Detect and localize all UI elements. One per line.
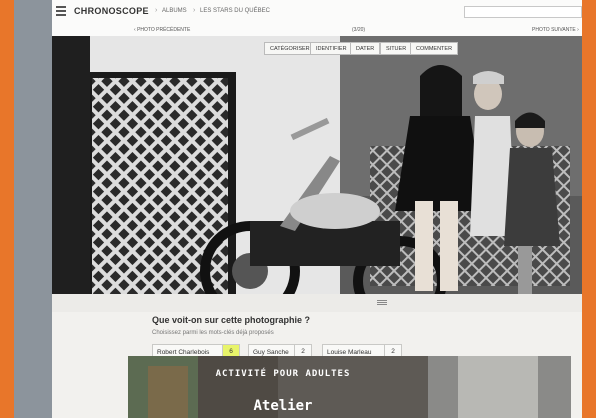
tag-label: Guy Sanche [253, 349, 289, 356]
categorize-button[interactable]: CATÉGORISER [264, 42, 316, 55]
drag-grip-icon [377, 300, 387, 305]
photo-side-panel [52, 36, 90, 294]
next-photo-label: PHOTO SUIVANTE [532, 27, 576, 33]
identify-button[interactable]: IDENTIFIER [310, 42, 353, 55]
tag-label: Louise Marleau [327, 349, 372, 356]
top-bar: CHRONOSCOPE › ALBUMS › LES STARS DU QUÉB… [52, 0, 582, 25]
frame-left [0, 0, 14, 418]
tag-label: Robert Charlebois [157, 349, 210, 356]
breadcrumb-chevron-icon: › [155, 7, 158, 14]
photo-illustration [90, 36, 582, 294]
search-input[interactable] [464, 6, 582, 18]
locate-button[interactable]: SITUER [380, 42, 413, 55]
archive-photograph [90, 36, 582, 294]
previous-photo-label: PHOTO PRÉCÉDENTE [137, 27, 191, 33]
breadcrumb-albums[interactable]: ALBUMS [162, 8, 187, 14]
breadcrumb-album[interactable]: LES STARS DU QUÉBEC [200, 8, 270, 14]
resize-handle[interactable] [52, 294, 582, 312]
frame-right [582, 0, 596, 418]
breadcrumb-chevron-icon: › [193, 7, 196, 14]
photo-counter: (3/20) [352, 27, 366, 33]
promo-kicker: ACTIVITÉ POUR ADULTES [215, 369, 351, 379]
question-title: Que voit-on sur cette photographie ? [152, 315, 311, 325]
hamburger-menu-icon[interactable] [56, 6, 66, 17]
promo-title: Atelier [253, 398, 313, 414]
app-logo[interactable]: CHRONOSCOPE [74, 6, 149, 16]
photo-viewer: CATÉGORISER IDENTIFIER DATER SITUER COMM… [52, 36, 582, 294]
background-strip [14, 0, 52, 418]
question-hint: Choisissez parmi les mots-clés déjà prop… [152, 330, 274, 336]
next-photo-link[interactable]: PHOTO SUIVANTE › [532, 27, 579, 33]
comment-button[interactable]: COMMENTER [410, 42, 459, 55]
date-button[interactable]: DATER [350, 42, 381, 55]
previous-photo-link[interactable]: ‹ PHOTO PRÉCÉDENTE [134, 27, 190, 33]
